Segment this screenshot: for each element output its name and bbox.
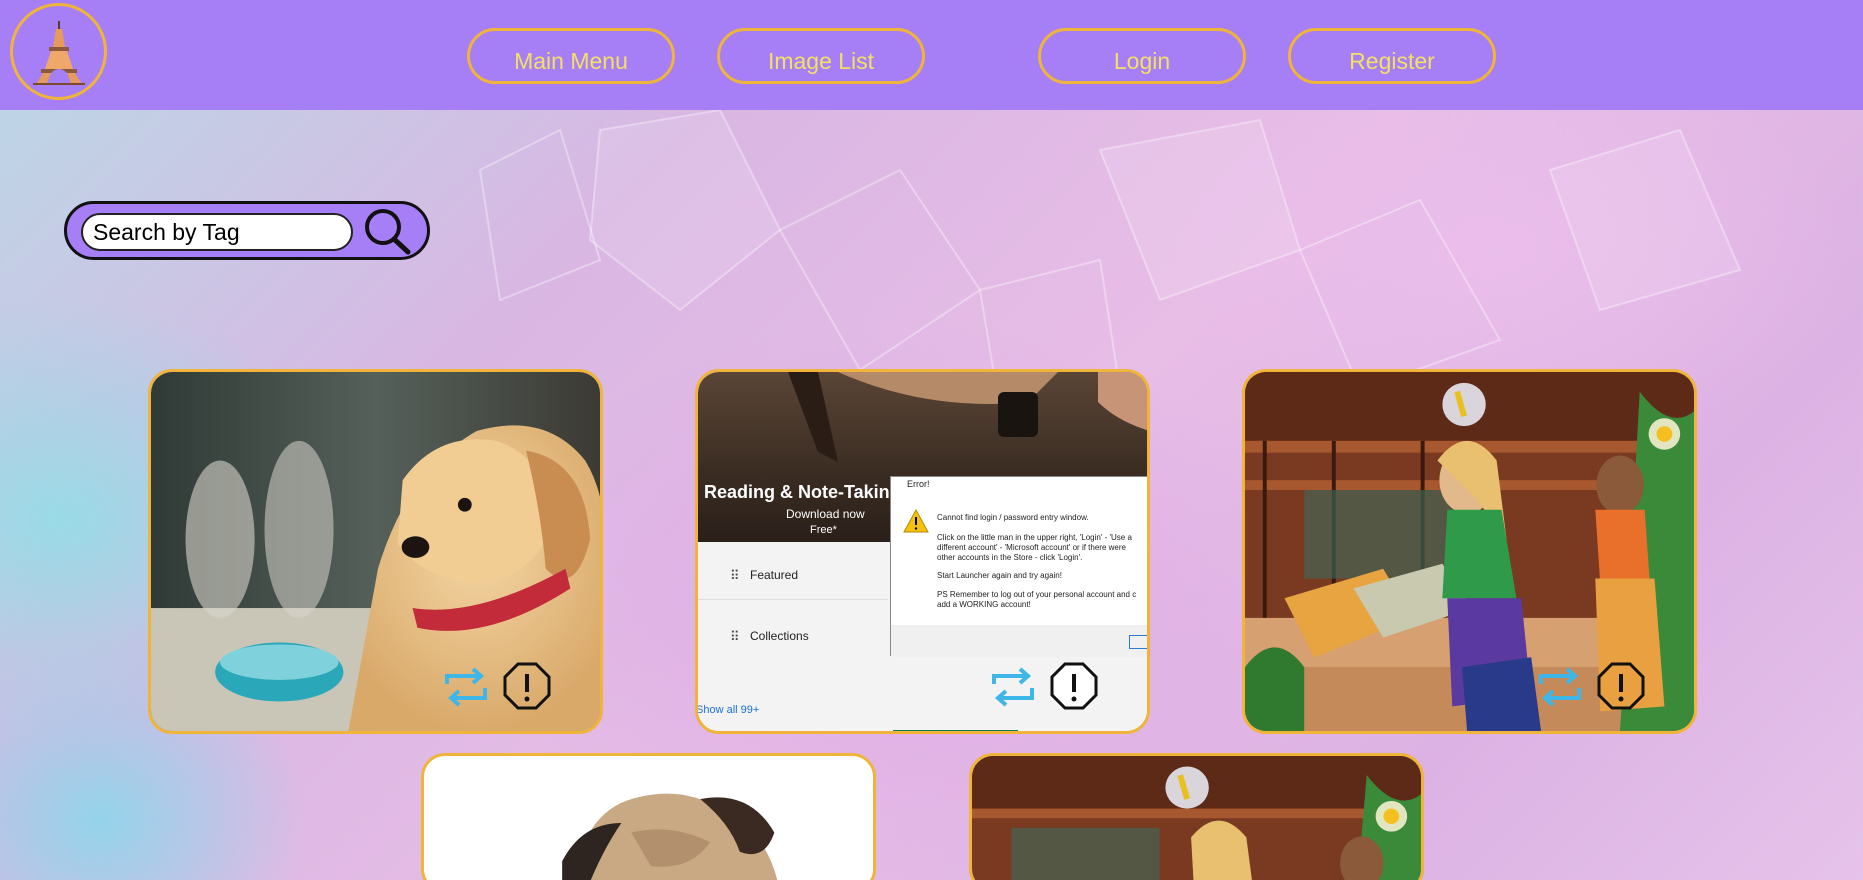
search-button[interactable]	[362, 207, 412, 255]
card-actions	[1535, 662, 1665, 712]
dialog-line: PS Remember to log out of your personal …	[937, 590, 1137, 599]
repost-icon	[992, 667, 1034, 707]
nav-register-button[interactable]: Register	[1288, 28, 1496, 84]
nav-image-list-button[interactable]: Image List	[717, 28, 925, 84]
home-logo[interactable]	[10, 3, 107, 100]
dialog-line: Cannot find login / password entry windo…	[937, 513, 1089, 522]
nav-login-button[interactable]: Login	[1038, 28, 1246, 84]
tag-search-input[interactable]	[81, 213, 353, 251]
report-button[interactable]	[503, 662, 551, 710]
menu-item-featured: Featured	[750, 568, 799, 582]
repost-button[interactable]	[988, 664, 1038, 710]
banner-title: Reading & Note-Taking	[704, 482, 901, 502]
eiffel-tower-icon	[32, 20, 85, 85]
card-actions	[988, 662, 1118, 712]
image-card[interactable]	[1242, 369, 1697, 734]
repost-icon	[445, 667, 487, 707]
image-card[interactable]	[969, 753, 1424, 880]
search-icon	[365, 209, 411, 255]
repost-icon	[1539, 667, 1581, 707]
pug-puppy-image	[424, 756, 873, 880]
report-icon	[1050, 662, 1098, 710]
dialog-line: other accounts in the Store - click 'Log…	[937, 553, 1083, 562]
repost-button[interactable]	[441, 664, 491, 710]
sims-island-resort-image	[972, 756, 1421, 880]
error-dialog: Error! Cannot find login / password entr…	[890, 476, 1147, 657]
nav-main-menu-button[interactable]: Main Menu	[467, 28, 675, 84]
report-icon	[503, 662, 551, 710]
top-navigation-bar: Main Menu Image List Login Register	[0, 0, 1863, 110]
warning-icon	[903, 509, 929, 533]
banner-price: Free*	[810, 524, 837, 536]
card-actions	[441, 662, 571, 712]
dialog-line: Start Launcher again and try again!	[937, 571, 1062, 580]
report-icon	[1597, 662, 1645, 710]
report-button[interactable]	[1597, 662, 1645, 710]
tag-search-bar	[64, 201, 430, 260]
dialog-line: different account' - 'Microsoft account'…	[937, 543, 1126, 552]
banner-cta: Download now	[786, 507, 865, 521]
show-all-link: Show all 99+	[696, 704, 760, 716]
dialog-line: Click on the little man in the upper rig…	[937, 533, 1132, 542]
menu-item-collections: Collections	[750, 629, 809, 643]
report-button[interactable]	[1050, 662, 1098, 710]
image-card[interactable]	[421, 753, 876, 880]
grid-icon: ⠿	[730, 629, 740, 644]
dialog-title: Error!	[907, 479, 930, 489]
image-card[interactable]: Reading & Note-Taking Download now Free*…	[695, 369, 1150, 734]
image-card[interactable]	[148, 369, 603, 734]
grid-icon: ⠿	[730, 568, 740, 583]
dialog-line: add a WORKING account!	[937, 600, 1031, 609]
repost-button[interactable]	[1535, 664, 1585, 710]
